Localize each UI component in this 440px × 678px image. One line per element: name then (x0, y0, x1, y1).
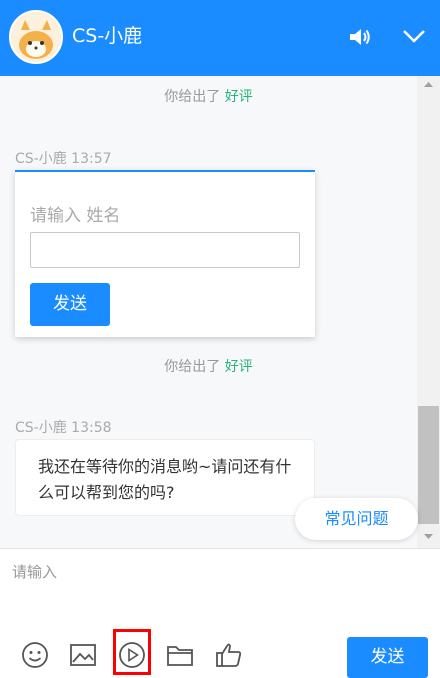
faq-button[interactable]: 常见问题 (295, 498, 418, 540)
form-label: 请输入 姓名 (30, 206, 121, 226)
input-placeholder: 请输入 (12, 563, 58, 581)
name-input-field[interactable] (30, 232, 300, 268)
speaker-icon[interactable] (348, 27, 372, 51)
rating-notice: 你给出了 好评 (0, 86, 417, 106)
message-meta: CS-小鹿 13:58 (15, 420, 112, 436)
name-form-card: 请输入 姓名 发送 (15, 170, 315, 337)
scroll-up-icon[interactable] (417, 79, 440, 91)
highlight-box (113, 629, 151, 675)
scrollbar-thumb[interactable] (418, 406, 439, 524)
image-icon[interactable] (68, 640, 98, 670)
chat-message-list[interactable]: 你给出了 好评 CS-小鹿 13:57 请输入 姓名 发送 你给出了 好评 CS… (0, 76, 440, 548)
notice-text: 你给出了 (164, 359, 221, 375)
message-meta: CS-小鹿 13:57 (15, 151, 112, 167)
thumbs-up-icon[interactable] (214, 640, 244, 670)
chat-header: CS-小鹿 (0, 0, 440, 76)
message-bubble: 我还在等待你的消息哟~请问还有什么可以帮到您的吗? (15, 439, 315, 516)
folder-icon[interactable] (165, 640, 195, 670)
agent-avatar (9, 10, 63, 64)
deer-mascot-icon (11, 12, 61, 62)
scroll-down-icon[interactable] (417, 531, 440, 543)
send-button[interactable]: 发送 (347, 637, 428, 678)
emoji-icon[interactable] (20, 640, 50, 670)
form-submit-button[interactable]: 发送 (30, 283, 110, 326)
chevron-down-icon[interactable] (402, 28, 426, 48)
message-input[interactable]: 请输入 (0, 549, 440, 629)
rating-label: 好评 (224, 359, 253, 375)
rating-label: 好评 (224, 89, 253, 105)
notice-text: 你给出了 (164, 89, 221, 105)
rating-notice: 你给出了 好评 (0, 356, 417, 376)
header-title: CS-小鹿 (72, 25, 143, 47)
